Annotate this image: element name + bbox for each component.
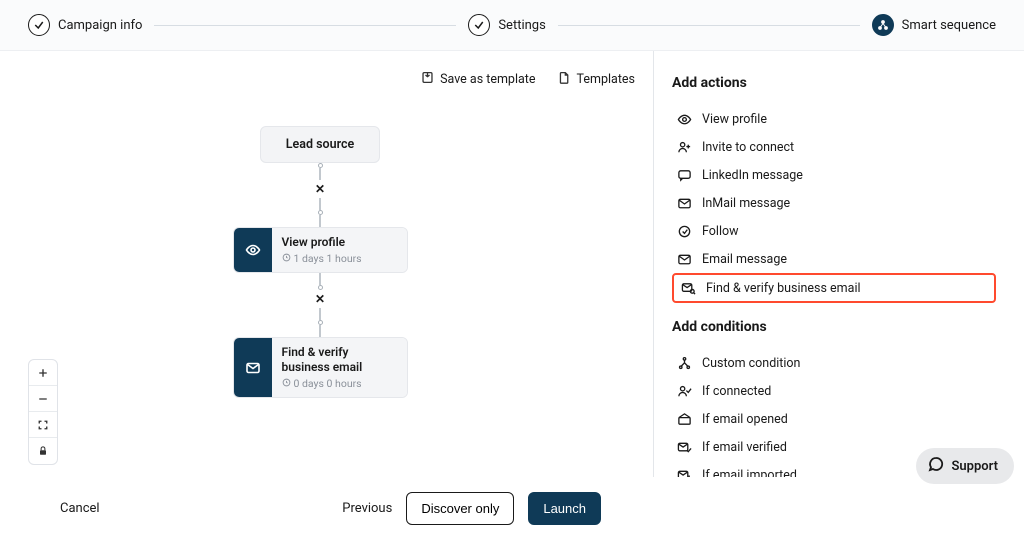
sequence-icon [872,14,894,36]
condition-label: If email imported [702,468,797,478]
action-label: InMail message [702,196,790,211]
fit-button[interactable] [29,412,57,438]
message-icon [676,167,692,183]
zoom-out-button[interactable] [29,386,57,412]
mail-open-icon [676,411,692,427]
add-actions-header: Add actions [672,75,996,91]
flow-node-view-profile[interactable]: View profile 1 days 1 hours [233,227,408,273]
user-plus-icon [676,139,692,155]
mail-check-icon [676,439,692,455]
flow-node-find-verify-email[interactable]: Find & verify business email 0 days 0 ho… [233,337,408,398]
step-label: Settings [498,18,545,33]
close-icon[interactable]: ✕ [315,292,325,306]
eye-icon [676,111,692,127]
follow-icon [676,223,692,239]
clock-icon [282,377,291,390]
user-check-icon [676,383,692,399]
lock-button[interactable] [29,438,57,464]
step-settings[interactable]: Settings [468,14,545,36]
mail-icon [676,251,692,267]
connector: ✕ [190,163,450,227]
save-icon [421,71,434,88]
action-label: Invite to connect [702,140,794,155]
action-label: Find & verify business email [706,281,861,296]
action-label: View profile [702,112,767,127]
canvas[interactable]: Save as template Templates Lead source ✕ [0,51,654,477]
check-icon [468,14,490,36]
chat-icon [928,456,944,476]
support-label: Support [951,459,998,474]
stepper: Campaign info Settings Smart sequence [0,0,1024,51]
condition-custom[interactable]: Custom condition [672,349,996,377]
step-label: Campaign info [58,18,142,33]
actions-list: View profile Invite to connect LinkedIn … [672,105,996,303]
templates-button[interactable]: Templates [558,71,635,88]
cancel-button[interactable]: Cancel [60,501,100,516]
action-view-profile[interactable]: View profile [672,105,996,133]
condition-label: Custom condition [702,356,800,371]
action-inmail-message[interactable]: InMail message [672,189,996,217]
eye-icon [234,228,272,272]
save-as-template-label: Save as template [440,72,535,87]
condition-if-email-opened[interactable]: If email opened [672,405,996,433]
support-widget[interactable]: Support [916,448,1014,484]
node-meta: 1 days 1 hours [294,252,362,265]
condition-label: If connected [702,384,771,399]
mail-import-icon [676,467,692,477]
step-divider [154,25,456,26]
check-icon [28,14,50,36]
step-label: Smart sequence [902,18,996,33]
discover-only-button[interactable]: Discover only [406,492,514,525]
action-linkedin-message[interactable]: LinkedIn message [672,161,996,189]
close-icon[interactable]: ✕ [315,182,325,196]
zoom-controls [28,359,58,465]
step-divider [558,25,860,26]
templates-label: Templates [577,72,635,87]
file-icon [558,71,571,88]
inmail-icon [676,195,692,211]
action-label: Email message [702,252,787,267]
action-label: LinkedIn message [702,168,803,183]
action-label: Follow [702,224,739,239]
node-meta: 0 days 0 hours [294,377,362,390]
action-find-verify-email[interactable]: Find & verify business email [672,273,996,303]
launch-button[interactable]: Launch [528,492,601,525]
zoom-in-button[interactable] [29,360,57,386]
node-title: Find & verify business email [282,345,397,375]
branch-icon [676,355,692,371]
mail-search-icon [680,280,696,296]
condition-label: If email verified [702,440,787,455]
connector: ✕ [190,273,450,337]
clock-icon [282,252,291,265]
action-invite-to-connect[interactable]: Invite to connect [672,133,996,161]
action-follow[interactable]: Follow [672,217,996,245]
action-email-message[interactable]: Email message [672,245,996,273]
previous-button[interactable]: Previous [342,501,392,516]
node-title: View profile [282,235,397,250]
lead-source-node[interactable]: Lead source [260,126,380,163]
save-as-template-button[interactable]: Save as template [421,71,535,88]
footer: Cancel Previous Discover only Launch [0,480,1024,536]
condition-label: If email opened [702,412,788,427]
add-conditions-header: Add conditions [672,319,996,335]
lead-source-label: Lead source [286,137,354,152]
step-smart-sequence[interactable]: Smart sequence [872,14,996,36]
step-campaign-info[interactable]: Campaign info [28,14,142,36]
condition-if-connected[interactable]: If connected [672,377,996,405]
mail-icon [234,338,272,397]
sidebar: Add actions View profile Invite to conne… [654,51,1024,477]
